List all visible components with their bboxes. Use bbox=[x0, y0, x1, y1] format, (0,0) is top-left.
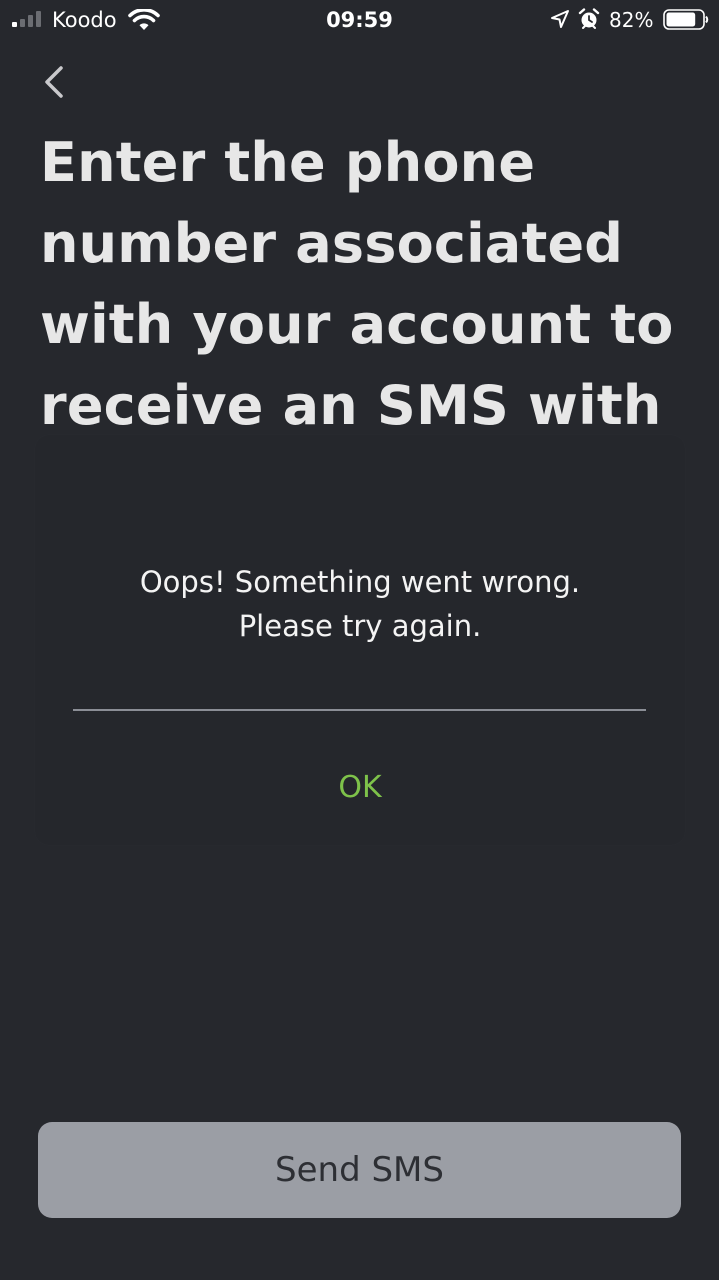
carrier-name: Koodo bbox=[52, 8, 117, 32]
wifi-icon bbox=[128, 9, 160, 30]
alarm-clock-icon bbox=[578, 8, 600, 29]
dialog-message: Oops! Something went wrong. Please try a… bbox=[35, 560, 685, 648]
back-button[interactable] bbox=[30, 58, 78, 106]
battery-icon bbox=[663, 9, 709, 30]
chevron-left-icon bbox=[45, 66, 63, 98]
dialog-message-line-1: Oops! Something went wrong. bbox=[139, 565, 581, 599]
ok-button[interactable]: OK bbox=[290, 757, 430, 817]
signal-icon bbox=[12, 11, 41, 27]
dialog-divider bbox=[73, 709, 646, 711]
location-arrow-icon bbox=[551, 10, 569, 28]
status-bar: Koodo 09:59 82% bbox=[0, 0, 719, 40]
dialog-message-line-2: Please try again. bbox=[238, 609, 482, 643]
send-sms-button[interactable]: Send SMS bbox=[38, 1122, 681, 1218]
battery-percent: 82% bbox=[609, 8, 654, 32]
error-dialog: Oops! Something went wrong. Please try a… bbox=[35, 435, 685, 845]
page-title: Enter the phone number associated with y… bbox=[40, 131, 674, 434]
